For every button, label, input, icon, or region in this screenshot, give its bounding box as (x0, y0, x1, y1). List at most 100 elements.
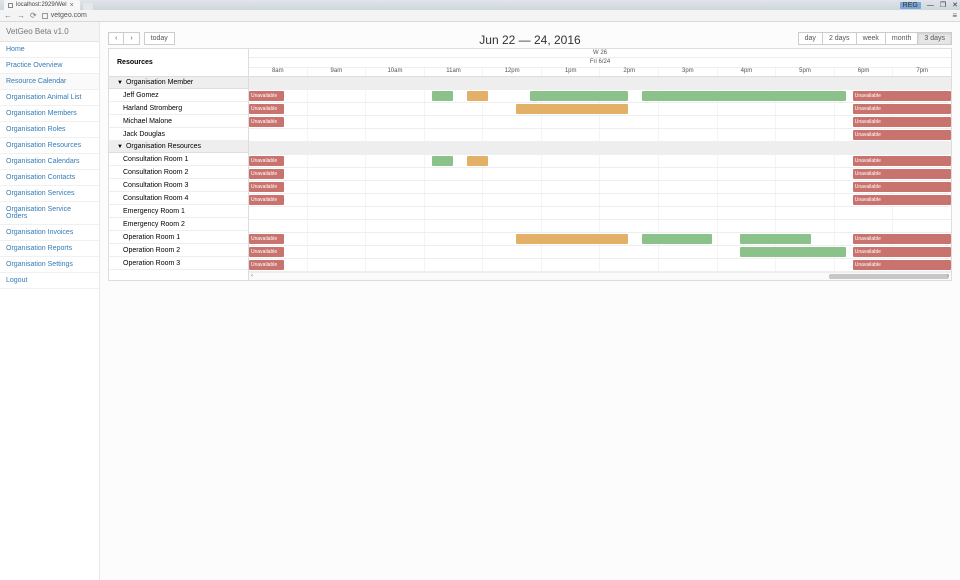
event-block[interactable] (740, 247, 845, 257)
new-tab-button[interactable] (83, 3, 93, 10)
sidebar-link[interactable]: Organisation Contacts (6, 174, 93, 181)
unavailable-block[interactable]: Unavailable (853, 195, 951, 205)
timeline-row[interactable]: Unavailable Unavailable (249, 194, 951, 207)
sidebar-link[interactable]: Resource Calendar (6, 78, 93, 85)
timeline-row[interactable]: UnavailableUnavailable (249, 155, 951, 168)
resource-row-label[interactable]: Jeff Gomez (109, 89, 248, 102)
event-block[interactable] (642, 91, 846, 101)
timeline-row[interactable] (249, 220, 951, 233)
event-block[interactable] (467, 91, 488, 101)
sidebar-item[interactable]: Organisation Settings (0, 257, 99, 273)
resource-row-label[interactable]: Consultation Room 2 (109, 166, 248, 179)
event-block[interactable] (432, 156, 453, 166)
timeline-row[interactable]: UnavailableUnavailable (249, 90, 951, 103)
sidebar-link[interactable]: Organisation Services (6, 190, 93, 197)
unavailable-block[interactable]: Unavailable (249, 156, 284, 166)
resource-row-label[interactable]: Operation Room 2 (109, 244, 248, 257)
unavailable-block[interactable]: Unavailable (249, 234, 284, 244)
resource-row-label[interactable]: Michael Malone (109, 115, 248, 128)
sidebar-item[interactable]: Organisation Services (0, 186, 99, 202)
unavailable-block[interactable]: Unavailable (249, 104, 284, 114)
timeline-row[interactable]: Unavailable Unavailable (249, 233, 951, 246)
sidebar-link[interactable]: Organisation Animal List (6, 94, 93, 101)
unavailable-block[interactable]: Unavailable (853, 260, 951, 270)
unavailable-block[interactable]: Unavailable (249, 260, 284, 270)
resource-row-label[interactable]: Jack Douglas (109, 128, 248, 141)
sidebar-link[interactable]: Organisation Resources (6, 142, 93, 149)
unavailable-block[interactable]: Unavailable (853, 234, 951, 244)
unavailable-block[interactable]: Unavailable (853, 169, 951, 179)
sidebar-item[interactable]: Organisation Members (0, 106, 99, 122)
maximize-icon[interactable]: ❐ (940, 1, 946, 9)
horizontal-scrollbar[interactable]: ‹ › (249, 272, 951, 280)
view-button[interactable]: week (857, 32, 886, 45)
timeline-row[interactable]: UnavailableUnavailable (249, 181, 951, 194)
sidebar-item[interactable]: Logout (0, 273, 99, 289)
timeline-row[interactable]: UnavailableUnavailable (249, 103, 951, 116)
sidebar-link[interactable]: Logout (6, 277, 93, 284)
today-button[interactable]: today (144, 32, 175, 45)
sidebar-item[interactable]: Organisation Calendars (0, 154, 99, 170)
event-block[interactable] (467, 156, 488, 166)
sidebar-link[interactable]: Practice Overview (6, 62, 93, 69)
menu-icon[interactable]: ≡ (952, 11, 957, 20)
unavailable-block[interactable]: Unavailable (249, 91, 284, 101)
sidebar-link[interactable]: Organisation Calendars (6, 158, 93, 165)
timeline-row[interactable]: Unavailable Unavailable (249, 259, 951, 272)
scrollbar-thumb[interactable] (829, 274, 949, 279)
sidebar-item[interactable]: Organisation Reports (0, 241, 99, 257)
resource-row-label[interactable]: Harland Stromberg (109, 102, 248, 115)
prev-button[interactable]: ‹ (108, 32, 124, 45)
view-button[interactable]: 3 days (918, 32, 952, 45)
resource-row-label[interactable]: Consultation Room 1 (109, 153, 248, 166)
event-block[interactable] (516, 234, 628, 244)
event-block[interactable] (740, 234, 810, 244)
sidebar-link[interactable]: Home (6, 46, 93, 53)
sidebar-item[interactable]: Organisation Roles (0, 122, 99, 138)
browser-tab[interactable]: localhost:2929/Wel × (4, 0, 80, 10)
sidebar-link[interactable]: Organisation Members (6, 110, 93, 117)
url-display[interactable]: vetgeo.com (42, 12, 87, 19)
event-block[interactable] (530, 91, 628, 101)
close-tab-icon[interactable]: × (70, 2, 74, 9)
event-block[interactable] (516, 104, 628, 114)
unavailable-block[interactable]: Unavailable (249, 195, 284, 205)
resource-row-label[interactable]: Operation Room 1 (109, 231, 248, 244)
close-window-icon[interactable]: ✕ (952, 1, 958, 9)
unavailable-block[interactable]: Unavailable (853, 130, 951, 140)
resource-group-header[interactable]: ▼Organisation Resources (109, 141, 248, 153)
sidebar-item[interactable]: Resource Calendar (0, 74, 99, 90)
sidebar-item[interactable]: Organisation Service Orders (0, 202, 99, 225)
resource-row-label[interactable]: Operation Room 3 (109, 257, 248, 270)
back-icon[interactable]: ← (4, 11, 12, 20)
event-block[interactable] (432, 91, 453, 101)
reload-icon[interactable]: ⟳ (30, 11, 37, 20)
sidebar-item[interactable]: Organisation Contacts (0, 170, 99, 186)
view-button[interactable]: month (886, 32, 918, 45)
unavailable-block[interactable]: Unavailable (249, 169, 284, 179)
timeline-row[interactable]: Unavailable (249, 129, 951, 142)
timeline-row[interactable]: Unavailable Unavailable (249, 168, 951, 181)
resource-row-label[interactable]: Emergency Room 1 (109, 205, 248, 218)
view-button[interactable]: day (798, 32, 823, 45)
sidebar-item[interactable]: Organisation Invoices (0, 225, 99, 241)
sidebar-item[interactable]: Organisation Resources (0, 138, 99, 154)
view-button[interactable]: 2 days (823, 32, 857, 45)
timeline-row[interactable]: Unavailable Unavailable (249, 116, 951, 129)
next-button[interactable]: › (124, 32, 139, 45)
sidebar-link[interactable]: Organisation Roles (6, 126, 93, 133)
sidebar-link[interactable]: Organisation Service Orders (6, 206, 93, 220)
unavailable-block[interactable]: Unavailable (249, 182, 284, 192)
timeline-row[interactable] (249, 207, 951, 220)
unavailable-block[interactable]: Unavailable (249, 117, 284, 127)
sidebar-link[interactable]: Organisation Settings (6, 261, 93, 268)
forward-icon[interactable]: → (17, 11, 25, 20)
scroll-left-icon[interactable]: ‹ (251, 273, 253, 279)
resource-row-label[interactable]: Consultation Room 4 (109, 192, 248, 205)
unavailable-block[interactable]: Unavailable (853, 117, 951, 127)
event-block[interactable] (642, 234, 712, 244)
resource-row-label[interactable]: Consultation Room 3 (109, 179, 248, 192)
resource-row-label[interactable]: Emergency Room 2 (109, 218, 248, 231)
sidebar-item[interactable]: Organisation Animal List (0, 90, 99, 106)
sidebar-link[interactable]: Organisation Reports (6, 245, 93, 252)
